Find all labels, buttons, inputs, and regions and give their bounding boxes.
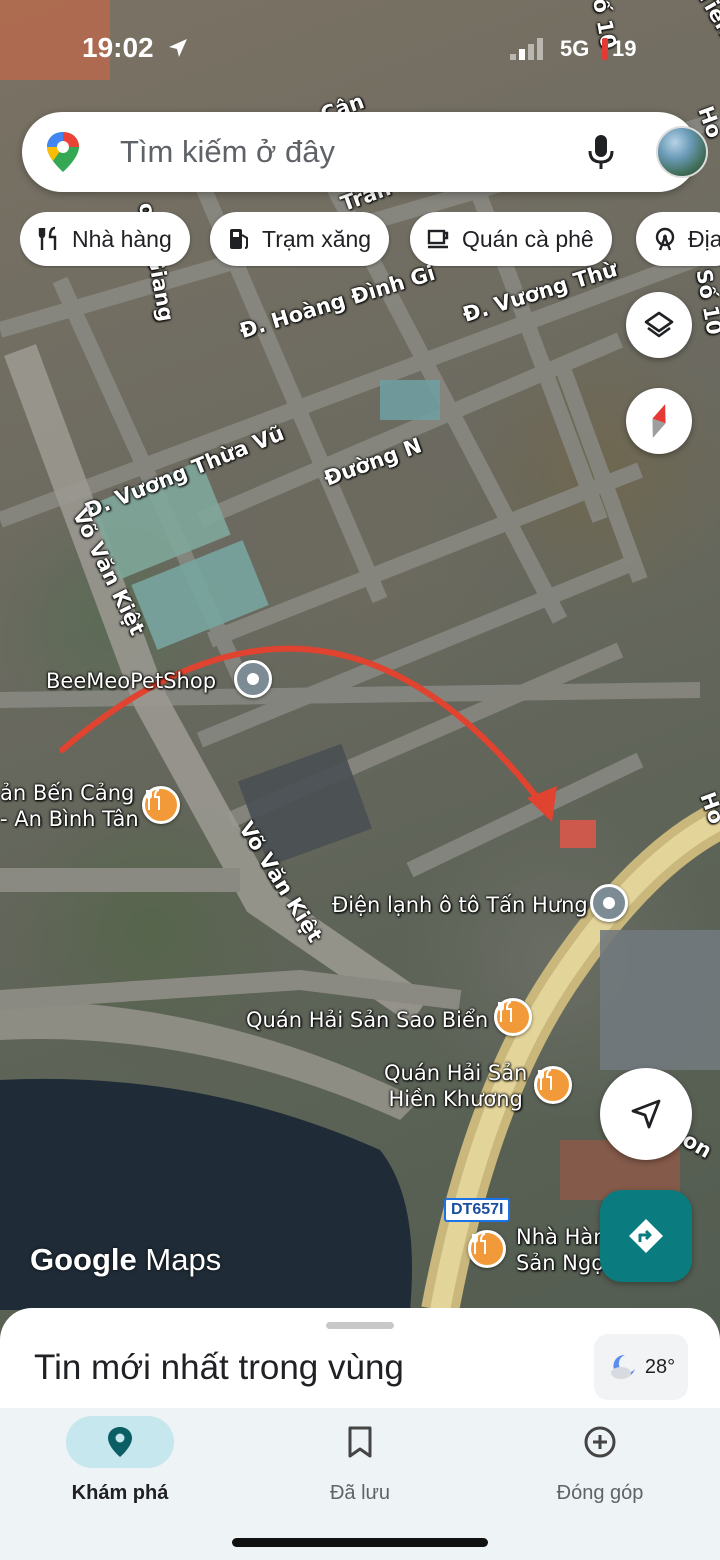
battery-indicator: 19 <box>602 36 636 62</box>
chip-restaurants[interactable]: Nhà hàng <box>20 212 190 266</box>
poi-label[interactable]: Quán Hải Sản Sao Biển <box>246 1007 488 1033</box>
poi-label[interactable]: Điện lạnh ô tô Tấn Hưng <box>332 892 588 918</box>
nav-icon-container <box>306 1416 414 1468</box>
logo-maps: Maps <box>145 1242 222 1277</box>
sheet-drag-handle[interactable] <box>326 1322 394 1329</box>
coffee-icon <box>427 229 449 249</box>
search-bar[interactable] <box>22 112 708 192</box>
nav-label: Đóng góp <box>556 1482 644 1504</box>
weather-chip[interactable]: 28° <box>594 1334 688 1400</box>
navigation-arrow-icon <box>631 1099 661 1129</box>
home-indicator <box>232 1538 488 1547</box>
my-location-button[interactable] <box>600 1068 692 1160</box>
layers-button[interactable] <box>626 292 692 358</box>
bottom-sheet[interactable]: Tin mới nhất trong vùng 28° <box>0 1308 720 1418</box>
directions-button[interactable] <box>600 1190 692 1282</box>
nav-contribute[interactable]: Đóng góp <box>500 1416 700 1516</box>
gas-station-icon <box>230 229 248 249</box>
chip-label: Nhà hàng <box>72 225 172 252</box>
chip-label: Trạm xăng <box>262 225 372 252</box>
status-time: 19:02 <box>82 32 154 63</box>
directions-icon <box>629 1219 663 1253</box>
nav-icon-container <box>66 1416 174 1468</box>
battery-level: 19 <box>612 36 637 61</box>
chip-gas-stations[interactable]: Trạm xăng <box>210 212 390 266</box>
chip-coffee[interactable]: Quán cà phê <box>410 212 612 266</box>
place-pin-icon[interactable] <box>590 884 628 922</box>
attraction-icon <box>655 227 675 251</box>
nav-explore[interactable]: Khám phá <box>20 1416 220 1516</box>
chip-attractions[interactable]: Địa <box>636 212 720 266</box>
poi-label[interactable]: ản Bến Cảng - An Bình Tân <box>0 780 139 832</box>
logo-google: Google <box>30 1242 137 1277</box>
sheet-title: Tin mới nhất trong vùng <box>34 1348 404 1387</box>
layers-icon <box>644 311 674 338</box>
nav-saved[interactable]: Đã lưu <box>260 1416 460 1516</box>
restaurant-pin-icon[interactable] <box>534 1066 572 1104</box>
route-shield: DT657I <box>444 1198 511 1222</box>
google-maps-logo-icon <box>47 132 79 172</box>
poi-label[interactable]: Quán Hải Sản Hiền Khương <box>384 1060 527 1112</box>
location-arrow-icon <box>169 39 187 57</box>
weather-moon-cloud-icon <box>610 1354 635 1379</box>
explore-pin-icon <box>108 1427 132 1457</box>
category-chips: Nhà hàng Trạm xăng Quán cà phê Địa <box>20 212 720 268</box>
compass-button[interactable] <box>626 388 692 454</box>
add-circle-icon <box>584 1426 616 1458</box>
place-pin-icon[interactable] <box>234 660 272 698</box>
restaurant-icon <box>38 226 57 250</box>
nav-label: Khám phá <box>71 1482 169 1504</box>
restaurant-pin-icon[interactable] <box>494 998 532 1036</box>
restaurant-pin-icon[interactable] <box>142 786 180 824</box>
network-type: 5G <box>560 36 590 61</box>
nav-label: Đã lưu <box>329 1482 391 1504</box>
search-input[interactable] <box>120 132 540 172</box>
status-bar: 19:02 5G 19 <box>0 0 720 90</box>
chip-label: Địa <box>688 225 720 252</box>
poi-label[interactable]: Nhà Hàn Sản Ngọ <box>516 1224 607 1276</box>
chip-label: Quán cà phê <box>462 225 594 252</box>
battery-icon <box>602 38 608 60</box>
google-maps-logo: Google Maps <box>30 1242 221 1278</box>
signal-icon <box>510 38 543 60</box>
microphone-icon[interactable] <box>582 132 620 172</box>
nav-icon-container <box>546 1416 654 1468</box>
avatar[interactable] <box>656 126 708 178</box>
compass-icon <box>652 404 666 438</box>
poi-label[interactable]: BeeMeoPetShop <box>46 668 216 694</box>
restaurant-pin-icon[interactable] <box>468 1230 506 1268</box>
bookmark-icon <box>348 1426 372 1458</box>
weather-temperature: 28° <box>644 1355 676 1378</box>
